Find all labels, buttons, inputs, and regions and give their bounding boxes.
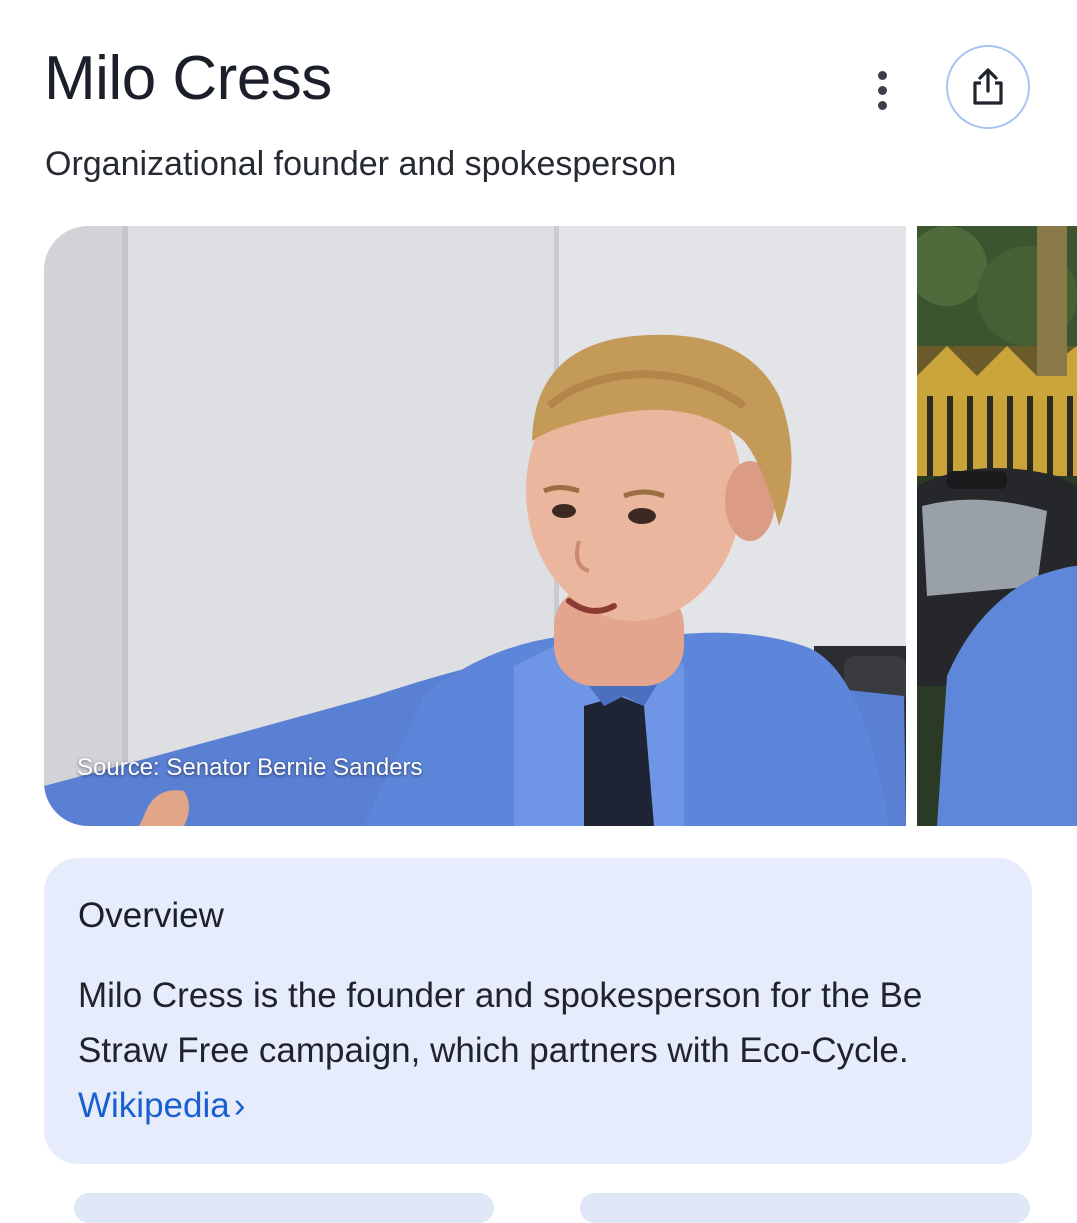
page-title: Milo Cress	[44, 44, 332, 113]
share-button[interactable]	[946, 45, 1030, 129]
overview-heading: Overview	[78, 896, 224, 935]
next-card-left[interactable]	[74, 1193, 494, 1223]
more-options-button[interactable]	[860, 62, 904, 118]
overview-card: Overview Milo Cress is the founder and s…	[44, 858, 1032, 1164]
chevron-right-icon: ›	[233, 1086, 246, 1125]
share-icon	[973, 68, 1003, 105]
more-vert-dot	[877, 100, 887, 110]
main-photo[interactable]: Source: Senator Bernie Sanders	[44, 226, 906, 826]
page-subtitle: Organizational founder and spokesperson	[45, 145, 677, 183]
next-card-right[interactable]	[580, 1193, 1030, 1223]
more-vert-dot	[877, 85, 887, 95]
wikipedia-link[interactable]: Wikipedia ›	[78, 1086, 245, 1125]
second-photo[interactable]	[917, 226, 1077, 826]
image-carousel[interactable]: Source: Senator Bernie Sanders	[44, 226, 1077, 826]
wikipedia-link-label: Wikipedia	[78, 1086, 230, 1125]
overview-description: Milo Cress is the founder and spokespers…	[78, 968, 1008, 1133]
overview-body-text: Milo Cress is the founder and spokespers…	[78, 976, 923, 1070]
more-vert-icon	[877, 70, 887, 80]
image-source-caption: Source: Senator Bernie Sanders	[77, 754, 423, 781]
